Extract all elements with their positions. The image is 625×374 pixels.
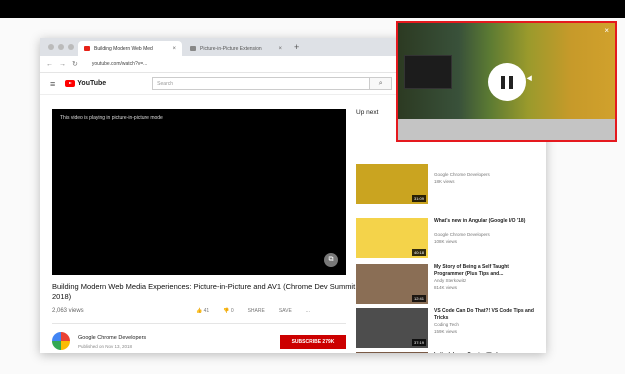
video-title: Building Modern Web Media Experiences: P… xyxy=(52,282,356,301)
duration-badge: 37:19 xyxy=(411,339,426,346)
thumbs-up-icon: 👍 xyxy=(196,308,203,314)
video-thumbnail[interactable] xyxy=(356,352,428,353)
youtube-favicon-icon xyxy=(84,46,90,51)
channel-avatar[interactable] xyxy=(52,332,70,350)
close-window-button[interactable] xyxy=(48,44,54,50)
logo-text: YouTube xyxy=(77,80,107,87)
forward-arrow-icon[interactable]: → xyxy=(59,61,66,68)
recommended-channel: Google Chrome Developers xyxy=(434,172,490,177)
thumbs-down-icon: 👎 xyxy=(223,308,230,314)
new-tab-button[interactable]: + xyxy=(294,42,299,52)
pause-bar-icon xyxy=(509,75,513,89)
duration-badge: 12:41 xyxy=(411,295,426,302)
tab-label: Building Modern Web Med xyxy=(94,45,153,52)
minimize-window-button[interactable] xyxy=(58,44,64,50)
recommended-title[interactable]: Let's debug a Service Worker on aerotwis… xyxy=(434,352,536,353)
recommended-video[interactable]: 40:18 What's new in Angular (Google I/O '… xyxy=(356,218,536,258)
url-field[interactable]: youtube.com/watch?v=... xyxy=(92,61,147,67)
recommended-views: 814K views xyxy=(434,285,458,290)
tab-close-icon[interactable]: × xyxy=(172,46,176,52)
tab-building-modern-web[interactable]: Building Modern Web Med × xyxy=(78,41,182,56)
recommended-video[interactable]: Let's debug a Service Worker on aerotwis… xyxy=(356,352,536,353)
view-count: 2,063 views xyxy=(52,308,84,314)
pause-button[interactable] xyxy=(488,63,526,101)
reload-icon[interactable]: ↻ xyxy=(72,60,78,68)
tab-label: Picture-in-Picture Extension xyxy=(200,45,262,52)
pip-close-icon[interactable]: × xyxy=(604,26,609,35)
video-thumbnail[interactable]: 37:19 xyxy=(356,308,428,348)
recommended-title[interactable]: VS Code Can Do That?! VS Code Tips and T… xyxy=(434,308,536,321)
recommended-views: 159K views xyxy=(434,329,458,334)
divider xyxy=(52,323,346,324)
recommended-channel: Coding Tech xyxy=(434,322,459,327)
youtube-logo[interactable]: YouTube xyxy=(65,80,106,87)
recommended-video[interactable]: 12:41 My Story of Being a Self Taught Pro… xyxy=(356,264,536,304)
window-controls xyxy=(48,44,74,50)
tab-close-icon[interactable]: × xyxy=(278,46,282,52)
pip-status-message: This video is playing in picture-in-pict… xyxy=(60,115,163,121)
subscribe-button[interactable]: SUBSCRIBE 279K xyxy=(280,335,346,349)
like-button[interactable]: 👍 41 xyxy=(196,308,209,314)
video-thumbnail[interactable]: 31:09 xyxy=(356,164,428,204)
pip-bottom-strip xyxy=(398,119,615,140)
recommended-title[interactable]: My Story of Being a Self Taught Programm… xyxy=(434,264,536,277)
recommended-views: 108K views xyxy=(434,239,458,244)
more-options-button[interactable]: ... xyxy=(306,308,310,314)
dislike-count: 0 xyxy=(230,308,234,314)
recommended-views: 18K views xyxy=(434,179,455,184)
pip-scene-monitor xyxy=(404,55,452,89)
duration-badge: 40:18 xyxy=(411,249,426,256)
save-button[interactable]: SAVE xyxy=(279,308,292,314)
search-icon[interactable]: ⌕ xyxy=(370,77,393,90)
back-arrow-icon[interactable]: ← xyxy=(46,61,53,68)
recommended-channel: Andy Sterkowitz xyxy=(434,278,467,283)
hamburger-menu-icon[interactable]: ≡ xyxy=(50,79,55,89)
dislike-button[interactable]: 👎 0 xyxy=(223,308,233,314)
like-count: 41 xyxy=(203,308,210,314)
share-button[interactable]: SHARE xyxy=(248,308,265,314)
tab-pip-extension[interactable]: Picture-in-Picture Extension × xyxy=(184,41,288,56)
publish-date: Published on Nov 13, 2018 xyxy=(78,344,133,349)
channel-name[interactable]: Google Chrome Developers xyxy=(78,335,146,341)
video-thumbnail[interactable]: 12:41 xyxy=(356,264,428,304)
duration-badge: 31:09 xyxy=(411,195,426,202)
video-actions: 👍 41 👎 0 SHARE SAVE ... xyxy=(196,308,310,314)
recommended-channel: Google Chrome Developers xyxy=(434,232,490,237)
pause-bar-icon xyxy=(501,75,505,89)
recommended-title[interactable]: What's new in Angular (Google I/O '18) xyxy=(434,218,536,225)
search-input[interactable]: Search xyxy=(152,77,371,90)
video-thumbnail[interactable]: 40:18 xyxy=(356,218,428,258)
maximize-window-button[interactable] xyxy=(68,44,74,50)
up-next-heading: Up next xyxy=(356,109,379,116)
video-player[interactable]: This video is playing in picture-in-pict… xyxy=(52,109,346,275)
extension-favicon-icon xyxy=(190,46,196,51)
top-black-bar xyxy=(0,0,625,18)
recommended-video[interactable]: 37:19 VS Code Can Do That?! VS Code Tips … xyxy=(356,308,536,348)
pip-icon[interactable]: ⧉ xyxy=(324,253,338,267)
pip-window[interactable]: × xyxy=(396,21,617,142)
recommended-video[interactable]: 31:09 Google Chrome Developers 18K views xyxy=(356,164,536,204)
youtube-play-icon xyxy=(65,80,76,87)
